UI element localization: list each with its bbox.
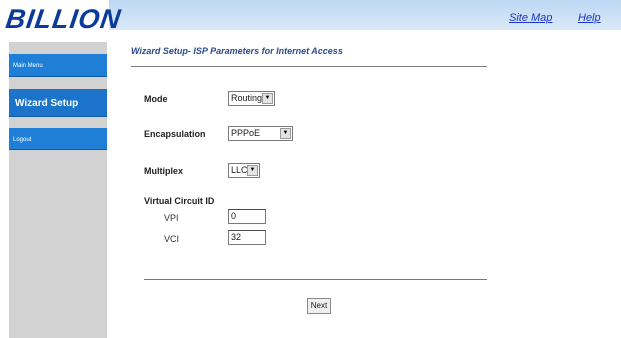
title-divider [131,66,487,67]
sidebar-item-label: Wizard Setup [15,98,79,109]
vci-input[interactable]: 32 [228,230,266,245]
multiplex-label: Multiplex [144,166,184,176]
encapsulation-select-value: PPPoE [231,128,261,138]
help-link[interactable]: Help [578,12,601,24]
vpi-label: VPI [164,213,179,223]
bottom-divider [144,279,487,280]
chevron-down-icon: ▼ [262,93,273,104]
logo-area: BILLION [0,0,123,42]
vci-label: VCI [164,234,180,244]
billion-logo: BILLION [3,4,124,34]
sidebar-item-label: Main Menu [13,63,43,69]
mode-label: Mode [144,94,168,104]
chevron-down-icon: ▼ [280,128,291,139]
sidebar: Main Menu Wizard Setup Logout [9,42,107,338]
multiplex-select[interactable]: LLC ▼ [228,163,260,178]
multiplex-select-value: LLC [231,165,248,175]
sidebar-item-logout[interactable]: Logout [9,128,107,150]
sidebar-item-label: Logout [13,137,32,143]
vpi-input[interactable]: 0 [228,209,266,224]
mode-select[interactable]: Routing ▼ [228,91,275,106]
encapsulation-select[interactable]: PPPoE ▼ [228,126,293,141]
site-map-link[interactable]: Site Map [509,12,552,24]
vcid-label: Virtual Circuit ID [144,196,215,206]
mode-select-value: Routing [231,93,263,103]
next-button[interactable]: Next [307,298,331,314]
encapsulation-label: Encapsulation [144,129,206,139]
page-title: Wizard Setup- ISP Parameters for Interne… [131,46,343,56]
sidebar-item-wizard-setup[interactable]: Wizard Setup [9,89,107,117]
sidebar-item-main-menu[interactable]: Main Menu [9,54,107,77]
chevron-down-icon: ▼ [247,165,258,176]
